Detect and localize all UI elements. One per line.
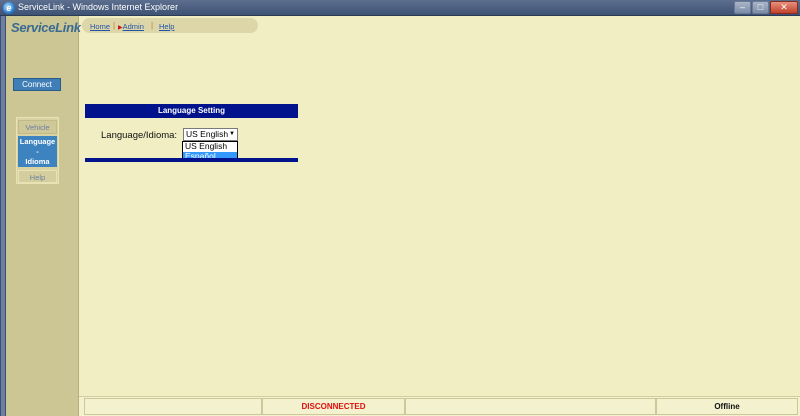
sidebar-menu: Vehicle Language - Idioma Help	[16, 117, 59, 184]
top-nav: Home | ▶Admin | Help	[82, 18, 258, 33]
sidebar-item-vehicle[interactable]: Vehicle	[18, 120, 57, 134]
nav-home-link[interactable]: Home	[90, 22, 110, 31]
window-titlebar: e ServiceLink - Windows Internet Explore…	[0, 0, 800, 16]
dropdown-arrow-icon: ▼	[229, 131, 235, 137]
language-select[interactable]: US English ▼	[183, 128, 238, 141]
connection-status: DISCONNECTED	[262, 398, 405, 415]
window-title: ServiceLink - Windows Internet Explorer	[18, 2, 179, 12]
connect-button[interactable]: Connect	[13, 78, 61, 91]
mode-status: Offline	[656, 398, 798, 415]
window-controls: – □ ✕	[734, 1, 798, 14]
nav-admin-link[interactable]: ▶Admin	[118, 22, 144, 31]
logo-area: ServiceLink	[6, 16, 81, 42]
internet-explorer-icon: e	[3, 2, 15, 14]
status-segment	[84, 398, 262, 415]
language-setting-header: Language Setting	[85, 104, 298, 118]
sidebar: ServiceLink Connect Vehicle Language - Idi…	[6, 16, 81, 416]
minimize-icon[interactable]: –	[734, 1, 751, 14]
sidebar-item-language[interactable]: Language - Idioma	[18, 136, 57, 167]
sidebar-item-help[interactable]: Help	[18, 170, 57, 183]
close-icon[interactable]: ✕	[770, 1, 798, 14]
servicelink-logo: ServiceLink	[11, 20, 81, 35]
language-panel-footer	[85, 158, 298, 162]
maximize-icon[interactable]: □	[752, 1, 769, 14]
language-label: Language/Idioma:	[101, 130, 178, 141]
status-segment	[405, 398, 656, 415]
nav-help-link[interactable]: Help	[159, 22, 174, 31]
status-bar: DISCONNECTED Offline	[79, 396, 800, 416]
